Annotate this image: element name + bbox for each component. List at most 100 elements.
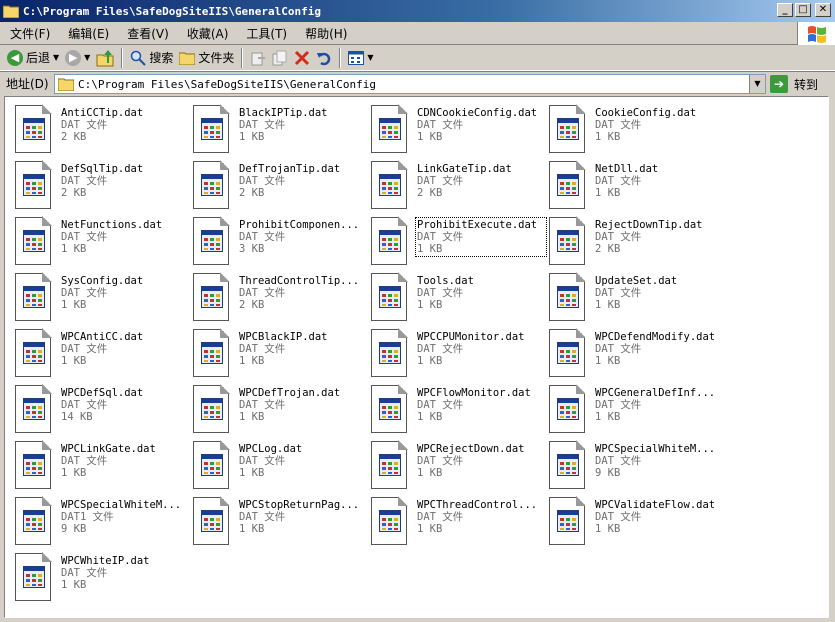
file-name: BlackIPTip.dat (239, 107, 328, 119)
menu-help[interactable]: 帮助(H) (295, 25, 355, 42)
views-button[interactable]: ▼ (345, 47, 376, 69)
search-button[interactable]: 搜索 (127, 47, 176, 69)
forward-dropdown-icon[interactable]: ▼ (84, 53, 90, 62)
file-item[interactable]: Tools.dat DAT 文件 1 KB (369, 271, 547, 327)
toolbar: ◀ 后退 ▼ ▶ ▼ 搜索 文件夹 ▼ (0, 45, 835, 71)
views-dropdown-icon[interactable]: ▼ (367, 53, 373, 62)
page-fold (220, 216, 230, 226)
page-fold (42, 552, 52, 562)
file-item[interactable]: AntiCCTip.dat DAT 文件 2 KB (13, 103, 191, 159)
file-item[interactable]: WPCFlowMonitor.dat DAT 文件 1 KB (369, 383, 547, 439)
page-fold (42, 440, 52, 450)
file-size: 2 KB (595, 243, 621, 255)
move-to-icon (251, 52, 266, 65)
file-item[interactable]: WPCStopReturnPag... DAT 文件 1 KB (191, 495, 369, 551)
file-item[interactable]: ProhibitExecute.dat DAT 文件 1 KB (369, 215, 547, 271)
file-item[interactable]: ProhibitComponen... DAT 文件 3 KB (191, 215, 369, 271)
file-item[interactable]: WPCThreadControl... DAT 文件 1 KB (369, 495, 547, 551)
folders-button[interactable]: 文件夹 (176, 47, 237, 69)
file-size: 2 KB (417, 187, 443, 199)
page-fold (576, 160, 586, 170)
file-name: WPCCPUMonitor.dat (417, 331, 525, 343)
file-view[interactable]: AntiCCTip.dat DAT 文件 2 KB BlackIPTip.dat DAT… (4, 96, 829, 618)
file-item[interactable]: WPCDefTrojan.dat DAT 文件 1 KB (191, 383, 369, 439)
page-fold (220, 440, 230, 450)
move-to-button[interactable] (247, 47, 269, 69)
file-size: 1 KB (61, 243, 87, 255)
title-bar[interactable]: C:\Program Files\SafeDogSiteIIS\GeneralC… (0, 0, 835, 22)
application-window-icon (201, 174, 223, 196)
file-item[interactable]: WPCGeneralDefInf... DAT 文件 1 KB (547, 383, 725, 439)
file-size: 1 KB (61, 579, 87, 591)
dat-file-icon (371, 496, 408, 545)
file-type: DAT 文件 (61, 399, 108, 411)
back-button[interactable]: ◀ 后退 ▼ (4, 47, 62, 69)
page-fold (42, 328, 52, 338)
address-field[interactable]: C:\Program Files\SafeDogSiteIIS\GeneralC… (54, 74, 766, 94)
file-item[interactable]: WPCLog.dat DAT 文件 1 KB (191, 439, 369, 495)
file-item[interactable]: WPCWhiteIP.dat DAT 文件 1 KB (13, 551, 191, 607)
file-size: 14 KB (61, 411, 93, 423)
file-item[interactable]: WPCRejectDown.dat DAT 文件 1 KB (369, 439, 547, 495)
file-item[interactable]: WPCCPUMonitor.dat DAT 文件 1 KB (369, 327, 547, 383)
page-fold (42, 496, 52, 506)
page-fold (42, 160, 52, 170)
minimize-button[interactable]: _ (777, 3, 793, 17)
go-button[interactable]: ➔ 转到 (770, 74, 818, 94)
dat-file-icon (193, 216, 230, 265)
page-fold (576, 384, 586, 394)
close-button[interactable]: ✕ (815, 3, 831, 17)
menu-tools[interactable]: 工具(T) (236, 25, 295, 42)
file-item[interactable]: NetFunctions.dat DAT 文件 1 KB (13, 215, 191, 271)
file-name: CDNCookieConfig.dat (417, 107, 538, 119)
file-item[interactable]: CDNCookieConfig.dat DAT 文件 1 KB (369, 103, 547, 159)
file-item[interactable]: RejectDownTip.dat DAT 文件 2 KB (547, 215, 725, 271)
file-item[interactable]: ThreadControlTip... DAT 文件 2 KB (191, 271, 369, 327)
undo-button[interactable] (313, 47, 335, 69)
dat-file-icon (371, 216, 408, 265)
page-fold (220, 384, 230, 394)
maximize-button[interactable]: □ (795, 3, 811, 17)
back-dropdown-icon[interactable]: ▼ (53, 53, 59, 62)
file-item[interactable]: WPCValidateFlow.dat DAT 文件 1 KB (547, 495, 725, 551)
up-folder-button[interactable] (93, 47, 117, 69)
file-item[interactable]: SysConfig.dat DAT 文件 1 KB (13, 271, 191, 327)
file-item[interactable]: LinkGateTip.dat DAT 文件 2 KB (369, 159, 547, 215)
application-window-icon (379, 454, 401, 476)
file-item[interactable]: WPCDefendModify.dat DAT 文件 1 KB (547, 327, 725, 383)
file-item[interactable]: WPCAntiCC.dat DAT 文件 1 KB (13, 327, 191, 383)
file-name: WPCRejectDown.dat (417, 443, 525, 455)
dat-file-icon (15, 496, 52, 545)
file-size: 1 KB (61, 355, 87, 367)
menu-edit[interactable]: 编辑(E) (58, 25, 117, 42)
file-item[interactable]: WPCSpecialWhiteM... DAT 文件 9 KB (547, 439, 725, 495)
file-name: WPCDefTrojan.dat (239, 387, 341, 399)
file-item[interactable]: BlackIPTip.dat DAT 文件 1 KB (191, 103, 369, 159)
application-window-icon (23, 510, 45, 532)
file-item[interactable]: WPCSpecialWhiteM... DAT1 文件 9 KB (13, 495, 191, 551)
file-item[interactable]: DefTrojanTip.dat DAT 文件 2 KB (191, 159, 369, 215)
file-item[interactable]: WPCBlackIP.dat DAT 文件 1 KB (191, 327, 369, 383)
file-item[interactable]: CookieConfig.dat DAT 文件 1 KB (547, 103, 725, 159)
file-item[interactable]: DefSqlTip.dat DAT 文件 2 KB (13, 159, 191, 215)
dat-file-icon (371, 272, 408, 321)
copy-to-button[interactable] (269, 47, 291, 69)
file-item[interactable]: WPCDefSql.dat DAT 文件 14 KB (13, 383, 191, 439)
search-icon (131, 50, 147, 66)
address-dropdown-icon[interactable]: ▼ (749, 75, 765, 93)
dat-file-icon (549, 216, 586, 265)
file-size: 1 KB (61, 467, 87, 479)
search-label: 搜索 (149, 51, 174, 65)
menu-file[interactable]: 文件(F) (0, 25, 58, 42)
file-type: DAT 文件 (239, 399, 286, 411)
menu-view[interactable]: 查看(V) (117, 25, 177, 42)
menu-favorites[interactable]: 收藏(A) (177, 25, 237, 42)
forward-button[interactable]: ▶ ▼ (62, 47, 93, 69)
delete-button[interactable] (291, 47, 313, 69)
page-fold (42, 384, 52, 394)
file-item[interactable]: UpdateSet.dat DAT 文件 1 KB (547, 271, 725, 327)
file-item[interactable]: NetDll.dat DAT 文件 1 KB (547, 159, 725, 215)
file-type: DAT 文件 (417, 343, 464, 355)
file-name: WPCLog.dat (239, 443, 303, 455)
file-item[interactable]: WPCLinkGate.dat DAT 文件 1 KB (13, 439, 191, 495)
